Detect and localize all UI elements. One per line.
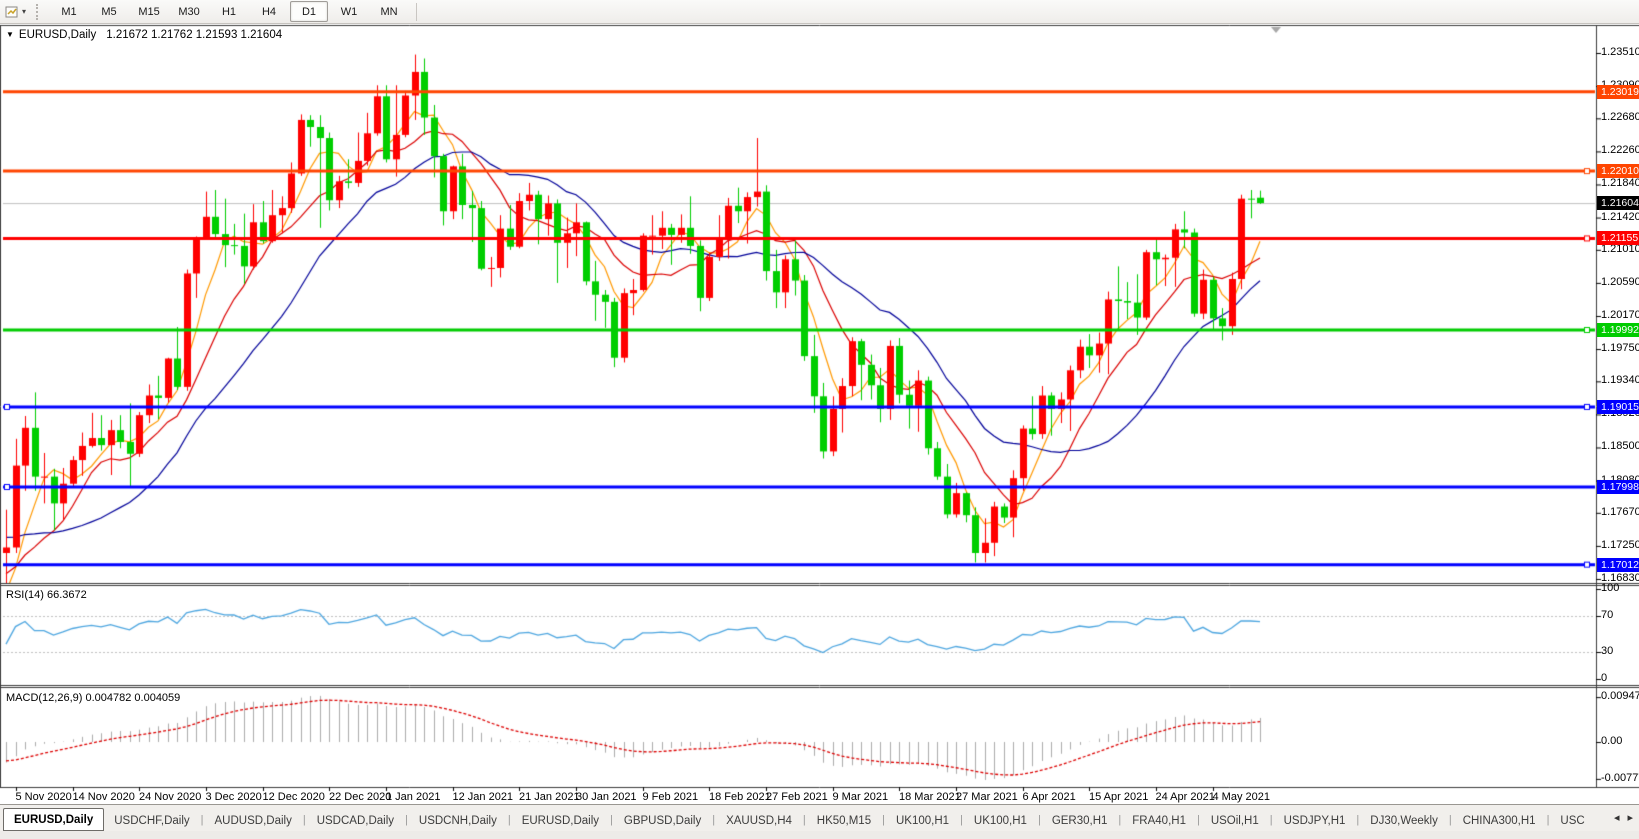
rsi-indicator-label: RSI(14) 66.3672 <box>6 589 87 601</box>
tab-scroll-right-icon[interactable]: ▸ <box>1627 811 1633 824</box>
date-axis-label: 14 Nov 2020 <box>73 791 135 803</box>
chart-tab-usdchf-daily[interactable]: USDCHF,Daily <box>104 811 199 831</box>
chart-ohlc-values: 1.21672 1.21762 1.21593 1.21604 <box>106 29 282 41</box>
status-strip <box>0 831 1639 839</box>
chart-tab-uk100-h1[interactable]: UK100,H1 <box>964 811 1037 831</box>
date-axis-label: 6 Apr 2021 <box>1023 791 1076 803</box>
macd-scale-label: 0.00 <box>1601 735 1622 747</box>
price-axis-label: 1.17250 <box>1601 539 1639 551</box>
price-axis-label: 1.18500 <box>1601 440 1639 452</box>
date-axis-label: 27 Feb 2021 <box>766 791 828 803</box>
chart-tab-hk50-m15[interactable]: HK50,M15 <box>807 811 881 831</box>
symbol-dropdown-icon[interactable]: ▼ <box>6 30 14 39</box>
macd-indicator-label: MACD(12,26,9) 0.004782 0.004059 <box>6 692 180 704</box>
price-axis-label: 1.23510 <box>1601 46 1639 58</box>
date-axis-label: 4 May 2021 <box>1213 791 1270 803</box>
chart-tab-usc[interactable]: USC <box>1550 811 1594 831</box>
hline-price-badge: 1.23019 <box>1597 85 1639 99</box>
tab-scroll-left-icon[interactable]: ◂ <box>1614 811 1620 824</box>
date-axis-label: 18 Feb 2021 <box>709 791 771 803</box>
chart-tab-eurusd-daily[interactable]: EURUSD,Daily <box>3 808 104 831</box>
chart-title: ▼ EURUSD,Daily 1.21672 1.21762 1.21593 1.2… <box>6 29 282 41</box>
price-chart-canvas[interactable] <box>0 0 1639 804</box>
date-axis-label: 3 Dec 2020 <box>206 791 262 803</box>
chart-tab-gbpusd-daily[interactable]: GBPUSD,Daily <box>614 811 711 831</box>
date-axis-label: 15 Apr 2021 <box>1089 791 1148 803</box>
chart-tab-eurusd-daily[interactable]: EURUSD,Daily <box>512 811 609 831</box>
date-axis-label: 21 Jan 2021 <box>519 791 580 803</box>
date-axis-label: 9 Feb 2021 <box>643 791 699 803</box>
hline-price-badge: 1.19992 <box>1597 323 1639 337</box>
price-axis-label: 1.20170 <box>1601 309 1639 321</box>
hline-price-badge: 1.22010 <box>1597 164 1639 178</box>
date-axis-label: 27 Mar 2021 <box>956 791 1018 803</box>
price-axis-label: 1.17670 <box>1601 506 1639 518</box>
macd-scale-label: -0.007778 <box>1601 772 1639 784</box>
price-axis-label: 1.21420 <box>1601 211 1639 223</box>
hline-price-badge: 1.17998 <box>1597 480 1639 494</box>
price-axis-label: 1.22260 <box>1601 144 1639 156</box>
mt4-chart-window: ▾ M1M5M15M30H1H4D1W1MN ▼EURUSD,Daily1.21… <box>0 0 1639 839</box>
price-axis-label: 1.19750 <box>1601 342 1639 354</box>
rsi-scale-label: 0 <box>1601 672 1607 684</box>
chart-tab-bar: EURUSD,DailyUSDCHF,Daily|AUDUSD,Daily|US… <box>0 804 1639 831</box>
chart-tabs: EURUSD,DailyUSDCHF,Daily|AUDUSD,Daily|US… <box>0 808 1595 831</box>
date-axis-label: 24 Nov 2020 <box>139 791 201 803</box>
price-axis-label: 1.21840 <box>1601 177 1639 189</box>
date-axis-label: 12 Jan 2021 <box>453 791 514 803</box>
chart-tab-usdcad-daily[interactable]: USDCAD,Daily <box>307 811 404 831</box>
date-axis-label: 30 Jan 2021 <box>576 791 637 803</box>
date-axis-label: 1 Jan 2021 <box>386 791 440 803</box>
current-price-badge: 1.21604 <box>1597 196 1639 210</box>
date-axis-label: 18 Mar 2021 <box>899 791 961 803</box>
chart-tab-ger30-h1[interactable]: GER30,H1 <box>1042 811 1118 831</box>
price-axis-label: 1.19340 <box>1601 374 1639 386</box>
hline-price-badge: 1.17012 <box>1597 558 1639 572</box>
chart-tab-usdcnh-daily[interactable]: USDCNH,Daily <box>409 811 507 831</box>
price-axis-label: 1.20590 <box>1601 276 1639 288</box>
hline-price-badge: 1.21155 <box>1597 231 1639 245</box>
price-axis-label: 1.22680 <box>1601 111 1639 123</box>
date-axis-label: 12 Dec 2020 <box>263 791 325 803</box>
chart-tab-audusd-daily[interactable]: AUDUSD,Daily <box>205 811 302 831</box>
chart-tab-usdjpy-h1[interactable]: USDJPY,H1 <box>1274 811 1356 831</box>
macd-scale-label: 0.009478 <box>1601 690 1639 702</box>
chart-tab-uk100-h1[interactable]: UK100,H1 <box>886 811 959 831</box>
chart-tab-usoil-h1[interactable]: USOil,H1 <box>1201 811 1269 831</box>
tab-scroll-arrows: ◂ ▸ <box>1614 811 1633 824</box>
date-axis-label: 24 Apr 2021 <box>1156 791 1215 803</box>
rsi-scale-label: 70 <box>1601 609 1613 621</box>
chart-tab-china300-h1[interactable]: CHINA300,H1 <box>1453 811 1546 831</box>
chart-tab-xauusd-h4[interactable]: XAUUSD,H4 <box>716 811 802 831</box>
chart-tab-dj30-weekly[interactable]: DJ30,Weekly <box>1360 811 1448 831</box>
chart-symbol: EURUSD,Daily <box>19 29 96 41</box>
date-axis-label: 22 Dec 2020 <box>329 791 391 803</box>
date-axis-label: 9 Mar 2021 <box>833 791 889 803</box>
date-axis-label: 5 Nov 2020 <box>16 791 72 803</box>
rsi-scale-label: 30 <box>1601 645 1613 657</box>
chart-tab-fra40-h1[interactable]: FRA40,H1 <box>1122 811 1196 831</box>
hline-price-badge: 1.19015 <box>1597 400 1639 414</box>
rsi-scale-label: 100 <box>1601 582 1619 594</box>
